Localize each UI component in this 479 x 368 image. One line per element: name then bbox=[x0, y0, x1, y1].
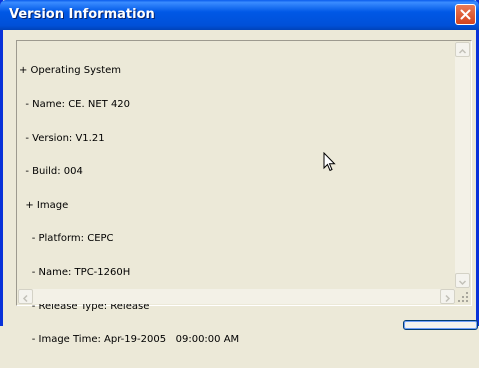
ok-button[interactable] bbox=[403, 320, 478, 330]
tree-line-image-name: - Name: TPC-1260H bbox=[19, 266, 131, 278]
tree-line-name: - Name: CE. NET 420 bbox=[19, 99, 131, 110]
version-info-text-box[interactable]: + Operating System - Name: CE. NET 420 -… bbox=[16, 40, 472, 345]
arrow-up-icon bbox=[458, 48, 467, 54]
vertical-scrollbar[interactable] bbox=[455, 42, 470, 288]
scroll-left-button[interactable] bbox=[18, 289, 33, 304]
horizontal-scrollbar[interactable] bbox=[18, 289, 455, 304]
window-title: Version Information bbox=[9, 7, 155, 22]
mouse-cursor-icon bbox=[323, 152, 336, 172]
arrow-right-icon bbox=[445, 294, 451, 303]
title-bar[interactable]: Version Information bbox=[0, 0, 479, 30]
version-information-dialog: Version Information + Operating System -… bbox=[0, 0, 479, 345]
version-tree: + Operating System - Name: CE. NET 420 -… bbox=[19, 43, 239, 368]
arrow-left-icon bbox=[22, 294, 28, 303]
tree-line-build: - Build: 004 bbox=[19, 166, 83, 178]
resize-grip[interactable] bbox=[455, 289, 470, 304]
tree-line-image-time: - Image Time: Apr-19-2005 09:00:00 AM bbox=[19, 334, 240, 346]
tree-line-version: - Version: V1.21 bbox=[19, 132, 105, 144]
tree-line-operating-system: + Operating System bbox=[19, 65, 122, 77]
arrow-down-icon bbox=[458, 280, 467, 286]
scroll-up-button[interactable] bbox=[455, 42, 470, 57]
scroll-down-button[interactable] bbox=[455, 273, 470, 288]
close-button[interactable] bbox=[455, 4, 476, 25]
tree-line-platform: - Platform: CEPC bbox=[19, 233, 114, 245]
scroll-right-button[interactable] bbox=[440, 289, 455, 304]
close-icon bbox=[460, 9, 471, 20]
tree-line-image: + Image bbox=[19, 199, 69, 211]
